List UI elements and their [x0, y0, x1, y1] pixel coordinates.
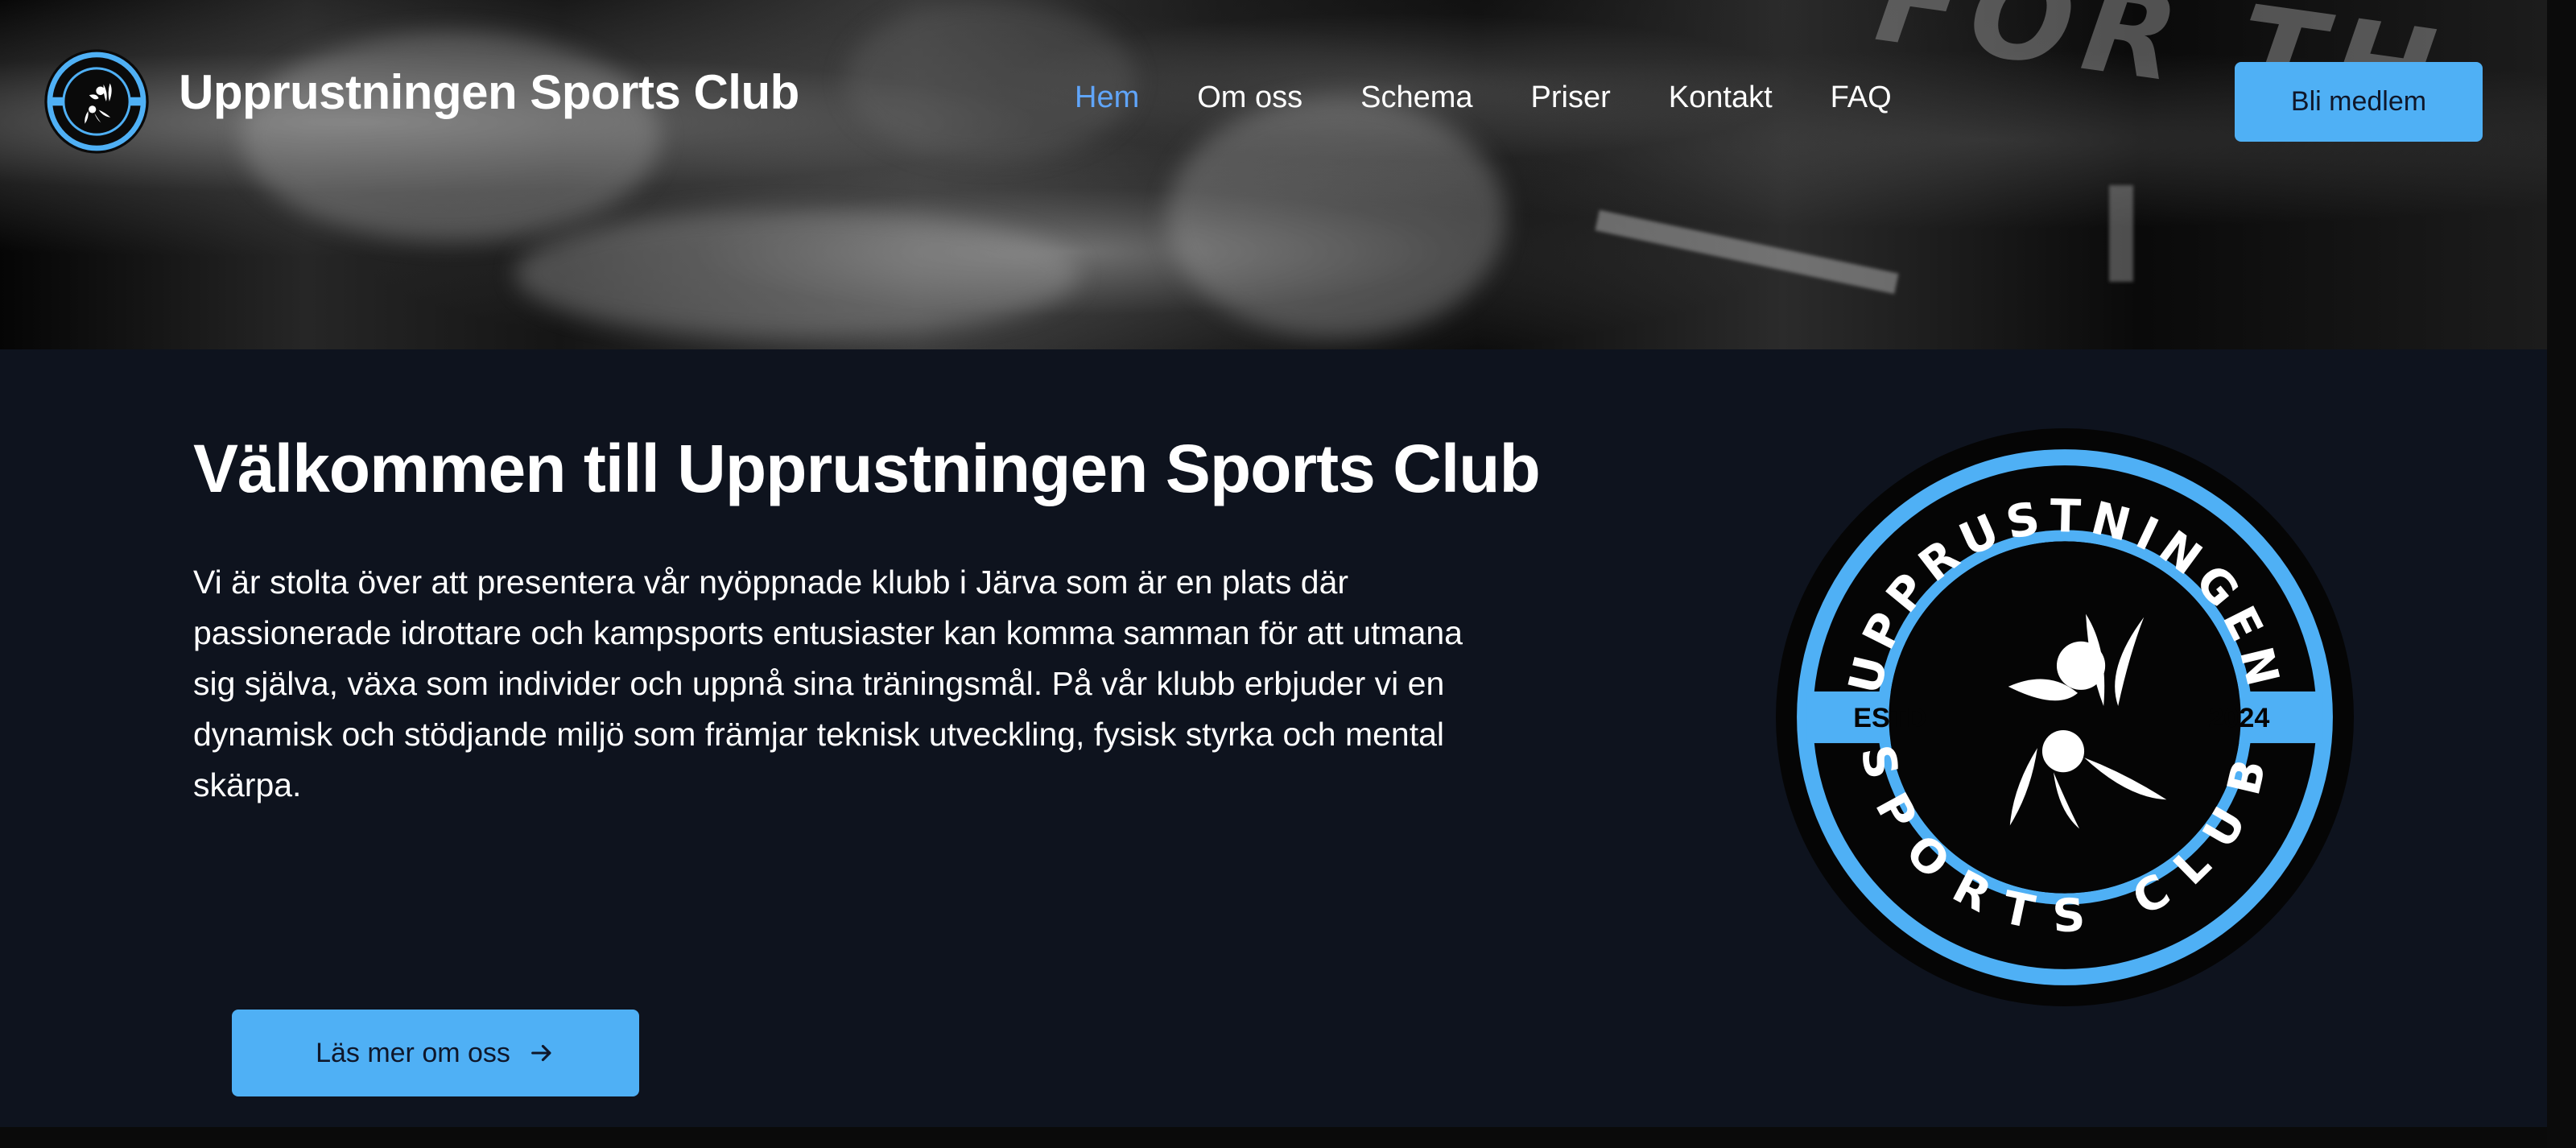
read-more-button[interactable]: Läs mer om oss — [232, 1010, 639, 1096]
welcome-section: Välkommen till Upprustningen Sports Club… — [0, 349, 2547, 1127]
welcome-paragraph: Vi är stolta över att presentera vår nyö… — [193, 564, 1463, 803]
nav-link-schema[interactable]: Schema — [1360, 81, 1472, 115]
nav-link-om-oss[interactable]: Om oss — [1197, 81, 1302, 115]
main-nav-links: Hem Om oss Schema Priser Kontakt FAQ — [1075, 81, 1892, 115]
bottom-divider — [0, 1127, 2547, 1148]
top-navigation: Upprustningen Sports Club Hem Om oss Sch… — [0, 0, 2547, 201]
logo-estd-text: ESTD — [1853, 703, 1926, 733]
welcome-heading: Välkommen till Upprustningen Sports Club — [193, 431, 1541, 506]
read-more-label: Läs mer om oss — [316, 1037, 510, 1068]
nav-link-kontakt[interactable]: Kontakt — [1669, 81, 1773, 115]
nav-link-faq[interactable]: FAQ — [1831, 81, 1892, 115]
club-logo-small[interactable] — [43, 48, 150, 155]
brand-name[interactable]: Upprustningen Sports Club — [179, 64, 799, 120]
arrow-right-icon — [528, 1039, 555, 1067]
logo-year-text: 2024 — [2208, 703, 2269, 733]
nav-link-hem[interactable]: Hem — [1075, 81, 1139, 115]
app-root: FOR TH Upprustningen Sports Club Hem Om … — [0, 0, 2576, 1148]
club-logo-large: ESTD 2024 UPPRUSTNINGEN SPORTS CLUB — [1776, 428, 2354, 1006]
nav-link-priser[interactable]: Priser — [1531, 81, 1611, 115]
page-scrollbar-edge — [2547, 0, 2576, 1148]
join-button[interactable]: Bli medlem — [2235, 62, 2483, 142]
